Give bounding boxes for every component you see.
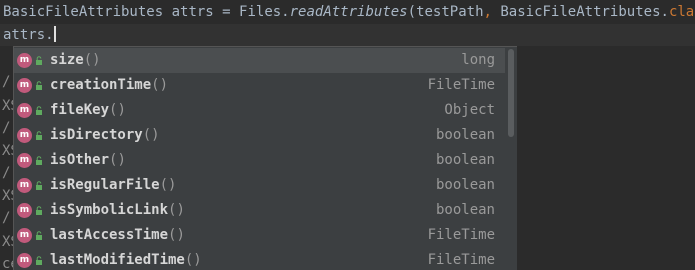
public-visibility-icon bbox=[36, 131, 42, 140]
typed-text: attrs. bbox=[3, 27, 54, 43]
code-completion-popup[interactable]: m size() long m creationTime() FileTime m fileK… bbox=[13, 46, 517, 270]
completion-item-signature: lastModifiedTime() bbox=[50, 248, 202, 270]
return-type: boolean bbox=[435, 127, 495, 143]
completion-item[interactable]: m size() long bbox=[14, 48, 505, 73]
comma: , bbox=[483, 4, 501, 20]
completion-item-signature: isDirectory() bbox=[50, 123, 160, 148]
assign-op: = bbox=[213, 4, 240, 20]
return-type: FileTime bbox=[427, 252, 495, 268]
public-visibility-icon bbox=[36, 181, 42, 190]
method-icon: m bbox=[17, 78, 32, 93]
code-editor[interactable]: BasicFileAttributes attrs = Files.readAt… bbox=[0, 0, 695, 270]
current-line-highlight bbox=[0, 24, 695, 46]
method-parens: () bbox=[168, 202, 185, 218]
completion-item[interactable]: m lastModifiedTime() FileTime bbox=[14, 248, 505, 270]
variable-name: attrs bbox=[163, 4, 214, 20]
public-visibility-icon bbox=[36, 231, 42, 240]
completion-item-signature: isOther() bbox=[50, 148, 126, 173]
open-paren: ( bbox=[407, 4, 417, 20]
completion-item-signature: size() bbox=[50, 48, 101, 73]
completion-item[interactable]: m isRegularFile() boolean bbox=[14, 173, 505, 198]
public-visibility-icon bbox=[36, 256, 42, 265]
completion-item-signature: lastAccessTime() bbox=[50, 223, 185, 248]
code-fragment: / bbox=[2, 120, 11, 136]
method-name: fileKey bbox=[50, 102, 110, 118]
public-visibility-icon bbox=[36, 81, 42, 90]
method-parens: () bbox=[109, 152, 126, 168]
method-icon: m bbox=[17, 228, 32, 243]
completion-item-signature: isSymbolicLink() bbox=[50, 198, 185, 223]
method-parens: () bbox=[159, 177, 177, 193]
text-caret bbox=[53, 26, 56, 42]
code-fragment: / bbox=[2, 74, 11, 90]
method-parens: () bbox=[109, 102, 126, 118]
argument-1: testPath bbox=[416, 4, 484, 20]
return-type: boolean bbox=[435, 177, 495, 193]
return-type: FileTime bbox=[427, 77, 495, 93]
completion-item[interactable]: m fileKey() Object bbox=[14, 98, 505, 123]
scrollbar-thumb[interactable] bbox=[508, 49, 514, 137]
completion-item[interactable]: m lastAccessTime() FileTime bbox=[14, 223, 505, 248]
method-icon: m bbox=[17, 178, 32, 193]
method-parens: () bbox=[142, 127, 160, 143]
method-icon: m bbox=[17, 53, 32, 68]
completion-item-signature: isRegularFile() bbox=[50, 173, 176, 198]
return-type: long bbox=[461, 52, 495, 68]
return-type: FileTime bbox=[427, 227, 495, 243]
method-icon: m bbox=[17, 103, 32, 118]
code-line-2[interactable]: attrs. bbox=[3, 24, 56, 46]
method-icon: m bbox=[17, 128, 32, 143]
method-parens: () bbox=[168, 227, 185, 243]
method-parens: () bbox=[151, 77, 169, 93]
argument-2: BasicFileAttributes. bbox=[500, 4, 669, 20]
method-icon: m bbox=[17, 253, 32, 268]
completion-item-signature: creationTime() bbox=[50, 73, 168, 98]
method-name: lastModifiedTime bbox=[50, 252, 185, 268]
public-visibility-icon bbox=[36, 56, 42, 65]
code-fragment: / bbox=[2, 165, 11, 181]
code-fragment: / bbox=[2, 210, 11, 226]
completion-item[interactable]: m isSymbolicLink() boolean bbox=[14, 198, 505, 223]
method-call: readAttributes bbox=[289, 4, 408, 20]
return-type: Object bbox=[444, 102, 495, 118]
public-visibility-icon bbox=[36, 206, 42, 215]
method-name: isDirectory bbox=[50, 127, 143, 143]
method-name: isRegularFile bbox=[50, 177, 160, 193]
completion-item-signature: fileKey() bbox=[50, 98, 126, 123]
method-name: size bbox=[50, 52, 84, 68]
receiver-class: Files. bbox=[239, 4, 290, 20]
completion-item[interactable]: m isDirectory() boolean bbox=[14, 123, 505, 148]
method-name: lastAccessTime bbox=[50, 227, 169, 243]
popup-scrollbar[interactable] bbox=[505, 47, 517, 270]
method-icon: m bbox=[17, 153, 32, 168]
class-keyword: class bbox=[668, 4, 695, 20]
method-name: creationTime bbox=[50, 77, 152, 93]
public-visibility-icon bbox=[36, 156, 42, 165]
return-type: boolean bbox=[435, 202, 495, 218]
completion-item[interactable]: m creationTime() FileTime bbox=[14, 73, 505, 98]
type-name: BasicFileAttributes bbox=[3, 4, 164, 20]
method-name: isOther bbox=[50, 152, 110, 168]
method-parens: () bbox=[83, 52, 101, 68]
method-name: isSymbolicLink bbox=[50, 202, 169, 218]
return-type: boolean bbox=[435, 152, 495, 168]
completion-item[interactable]: m isOther() boolean bbox=[14, 148, 505, 173]
method-parens: () bbox=[184, 252, 202, 268]
code-line-1[interactable]: BasicFileAttributes attrs = Files.readAt… bbox=[3, 1, 695, 23]
method-icon: m bbox=[17, 203, 32, 218]
public-visibility-icon bbox=[36, 106, 42, 115]
